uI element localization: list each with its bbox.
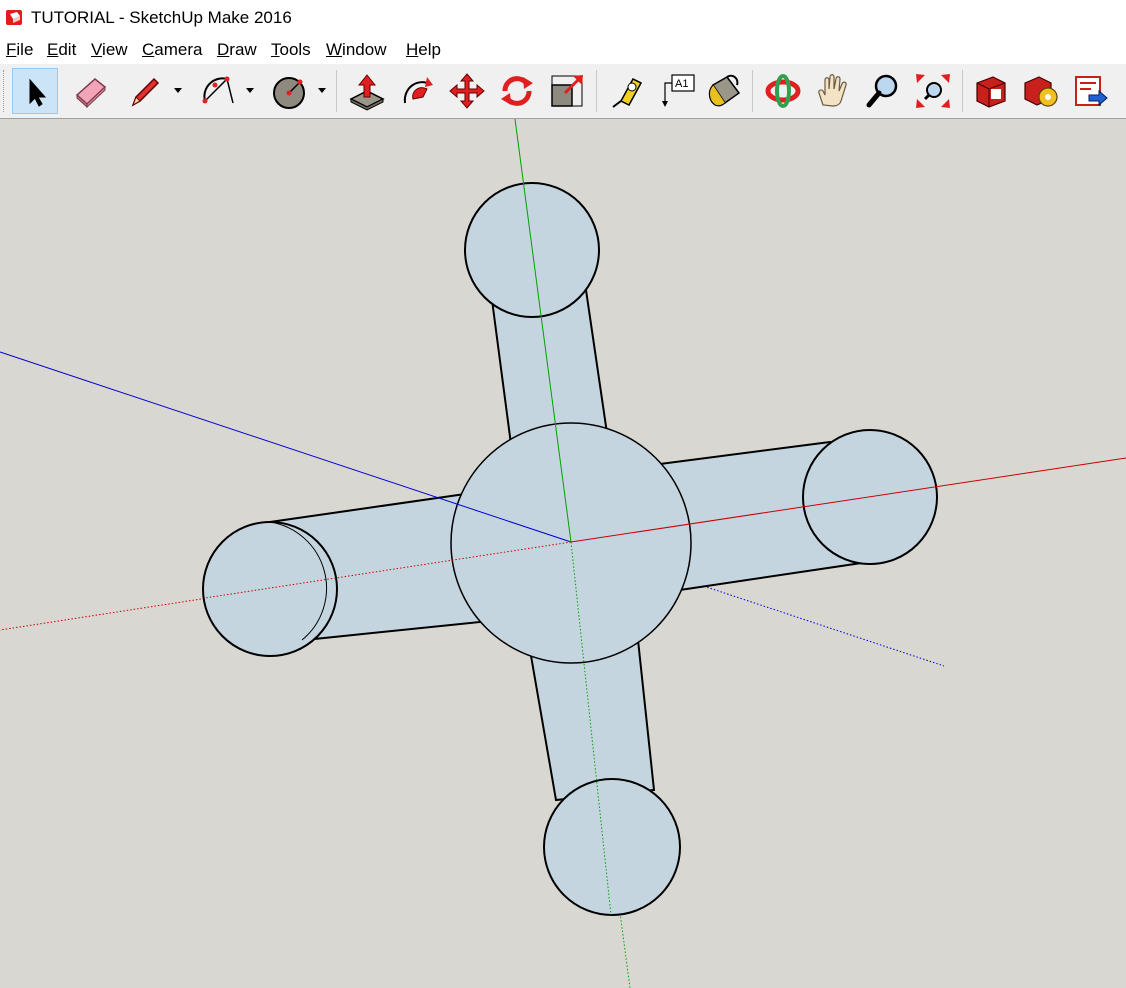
bottom-arm[interactable] <box>528 638 656 802</box>
push-pull-icon <box>349 74 385 111</box>
zoom-extents-icon <box>916 74 950 108</box>
shapes-tool-button[interactable] <box>266 68 312 114</box>
paint-bucket-icon <box>708 74 741 107</box>
chevron-down-icon[interactable] <box>244 84 256 96</box>
toolbar-gripper[interactable] <box>3 70 7 112</box>
tape-measure-icon <box>612 78 643 108</box>
extension-icon <box>1024 76 1058 107</box>
menu-draw[interactable]: Draw <box>217 40 257 60</box>
zoom-extents-tool-button[interactable] <box>910 68 956 114</box>
arrow-cursor-icon <box>29 78 47 107</box>
menu-view[interactable]: View <box>91 40 128 60</box>
text-tool-label: A1 <box>675 78 688 90</box>
tape-measure-tool-button[interactable] <box>604 68 650 114</box>
chevron-down-icon[interactable] <box>316 84 328 96</box>
rotate-icon <box>501 76 533 106</box>
orbit-icon <box>765 74 801 108</box>
handwheel-model[interactable] <box>202 182 938 916</box>
zoom-tool-button[interactable] <box>860 68 906 114</box>
circle-icon <box>273 77 305 109</box>
move-tool-button[interactable] <box>444 68 490 114</box>
magnifier-icon <box>866 74 898 108</box>
warehouse-icon <box>976 76 1006 108</box>
text-label-icon: A1 <box>662 74 695 107</box>
menu-tools[interactable]: Tools <box>271 40 311 60</box>
pan-tool-button[interactable] <box>810 68 856 114</box>
toolbar-separator <box>336 70 337 112</box>
paint-bucket-tool-button[interactable] <box>700 68 746 114</box>
layout-send-icon <box>1075 76 1108 107</box>
toolbar-separator <box>596 70 597 112</box>
sketchup-logo-icon <box>6 10 22 25</box>
arc-tool-button[interactable] <box>196 68 242 114</box>
modeling-viewport[interactable] <box>0 119 1126 988</box>
left-knob[interactable] <box>202 521 338 657</box>
eraser-icon <box>75 78 107 109</box>
move-icon <box>449 73 485 109</box>
blue-axis-positive <box>0 351 572 543</box>
pencil-icon <box>131 77 160 107</box>
bottom-knob[interactable] <box>543 778 681 916</box>
arc-icon <box>202 76 234 104</box>
3d-warehouse-button[interactable] <box>968 68 1014 114</box>
line-tool-button[interactable] <box>122 68 168 114</box>
large-tool-set-toolbar: A1 <box>0 64 1126 119</box>
rotate-tool-button[interactable] <box>494 68 540 114</box>
scale-icon <box>551 75 583 107</box>
menu-edit[interactable]: Edit <box>47 40 76 60</box>
text-tool-button[interactable]: A1 <box>654 68 700 114</box>
menu-bar: File Edit View Camera Draw Tools Window … <box>0 38 1126 62</box>
orbit-tool-button[interactable] <box>760 68 806 114</box>
follow-me-icon <box>403 77 433 104</box>
menu-file[interactable]: File <box>6 40 33 60</box>
push-pull-tool-button[interactable] <box>344 68 390 114</box>
chevron-down-icon[interactable] <box>172 84 184 96</box>
toolbar-separator <box>752 70 753 112</box>
title-bar: TUTORIAL - SketchUp Make 2016 <box>0 0 1126 34</box>
menu-window[interactable]: Window <box>326 40 386 60</box>
scene-canvas[interactable] <box>0 119 1126 988</box>
eraser-tool-button[interactable] <box>68 68 114 114</box>
follow-me-tool-button[interactable] <box>394 68 440 114</box>
select-tool-button[interactable] <box>12 68 58 114</box>
menu-help[interactable]: Help <box>406 40 441 60</box>
extension-warehouse-button[interactable] <box>1018 68 1064 114</box>
hand-icon <box>818 74 847 107</box>
window-title: TUTORIAL - SketchUp Make 2016 <box>31 8 292 27</box>
send-to-layout-button[interactable] <box>1068 68 1114 114</box>
scale-tool-button[interactable] <box>544 68 590 114</box>
toolbar-separator <box>962 70 963 112</box>
menu-camera[interactable]: Camera <box>142 40 202 60</box>
